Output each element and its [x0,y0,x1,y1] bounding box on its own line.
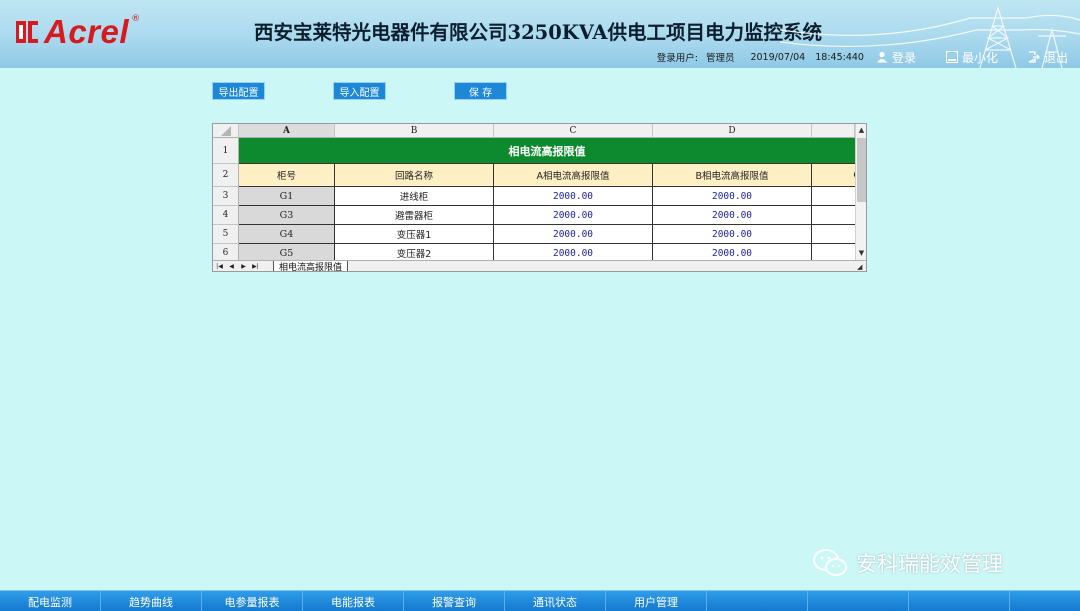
row-header-3[interactable]: 3 [213,187,239,206]
row-header-4[interactable]: 4 [213,206,239,225]
login-button-label: 登录 [891,50,916,65]
nav-distribution-monitor[interactable]: 配电监测 [0,591,101,611]
table-cell-circuit[interactable]: 变压器1 [335,225,494,244]
exit-button[interactable]: 退出 [1028,49,1068,66]
table-cell-circuit[interactable]: 变压器2 [335,244,494,260]
header-cell-cabinet-no[interactable]: 柜号 [239,164,335,187]
bottom-nav-bar: 配电监测 趋势曲线 电参量报表 电能报表 报警查询 通讯状态 用户管理 [0,590,1080,611]
header-info-row: 登录用户: 管理员 2019/07/04 18:45:440 登录 最小化 退出 [657,48,1074,66]
select-all-corner[interactable] [213,124,239,138]
current-date: 2019/07/04 [750,51,806,63]
sheet-tab-bar: |◀ ◀ ▶ ▶| 相电流高报限值 ◢ [213,260,866,271]
watermark-text: 安科瑞能效管理 [856,552,1003,576]
nav-empty-slot[interactable] [808,591,909,611]
table-cell-phase-b[interactable]: 2000.00 [653,225,812,244]
merged-title-cell[interactable]: 相电流高报限值 [239,138,855,164]
export-config-button[interactable]: 导出配置 [212,82,265,100]
exit-button-label: 退出 [1043,50,1068,65]
table-cell-phase-b[interactable]: 2000.00 [653,187,812,206]
corner-triangle-icon [220,125,231,136]
last-sheet-icon[interactable]: ▶| [251,262,260,271]
table-cell-phase-c[interactable] [812,244,855,260]
login-button[interactable]: 登录 [876,49,916,66]
table-cell-cabinet[interactable]: G3 [239,206,335,225]
watermark: 安科瑞能效管理 [812,548,1003,578]
minimize-icon [945,51,958,63]
nav-empty-slot[interactable] [909,591,1010,611]
scroll-up-arrow-icon[interactable]: ▲ [856,124,866,136]
next-sheet-icon[interactable]: ▶ [239,262,248,271]
table-cell-phase-b[interactable]: 2000.00 [653,244,812,260]
table-cell-cabinet[interactable]: G1 [239,187,335,206]
row-header-2[interactable]: 2 [213,164,239,187]
nav-empty-slot[interactable] [707,591,808,611]
table-cell-phase-a[interactable]: 2000.00 [494,187,653,206]
acrel-logo: Acrel ® [14,13,141,50]
table-cell-circuit[interactable]: 避雷器柜 [335,206,494,225]
table-cell-phase-c[interactable] [812,187,855,206]
scroll-down-arrow-icon[interactable]: ▼ [856,247,866,259]
table-cell-phase-a[interactable]: 2000.00 [494,244,653,260]
scrollbar-thumb[interactable] [857,138,866,202]
column-header-e[interactable] [812,124,855,138]
acrel-logo-icon [16,21,38,43]
column-header-b[interactable]: B [335,124,494,138]
column-header-d[interactable]: D [653,124,812,138]
table-cell-cabinet[interactable]: G4 [239,225,335,244]
sheet-tab[interactable]: 相电流高报限值 [273,261,349,271]
table-cell-cabinet[interactable]: G5 [239,244,335,260]
header-cell-phase-c-limit[interactable]: C [812,164,855,187]
nav-trend-curve[interactable]: 趋势曲线 [101,591,202,611]
table-cell-circuit[interactable]: 进线柜 [335,187,494,206]
row-header-1[interactable]: 1 [213,138,239,164]
column-header-a[interactable]: A [239,124,335,138]
vertical-scrollbar[interactable]: ▲ ▼ [855,124,866,260]
table-cell-phase-a[interactable]: 2000.00 [494,225,653,244]
app-header: Acrel ® 西安宝莱特光电器件有限公司3250KVA供电工项目电力监控系统 … [0,0,1080,68]
spreadsheet[interactable]: A B C D 1 2 3 4 5 6 相电流高报限值 柜号 回路名称 A相电流… [212,123,867,272]
logo-registered-mark: ® [131,14,141,24]
header-cell-circuit-name[interactable]: 回路名称 [335,164,494,187]
header-cell-phase-a-limit[interactable]: A相电流高报限值 [494,164,653,187]
table-cell-phase-c[interactable] [812,206,855,225]
nav-communication-status[interactable]: 通讯状态 [505,591,606,611]
exit-icon [1028,51,1040,63]
nav-electrical-parameter-report[interactable]: 电参量报表 [202,591,303,611]
nav-user-management[interactable]: 用户管理 [606,591,707,611]
user-icon [876,51,887,63]
column-header-c[interactable]: C [494,124,653,138]
row-header-6[interactable]: 6 [213,244,239,260]
page-title: 西安宝莱特光电器件有限公司3250KVA供电工项目电力监控系统 [254,21,822,44]
prev-sheet-icon[interactable]: ◀ [227,262,236,271]
nav-energy-report[interactable]: 电能报表 [303,591,404,611]
table-cell-phase-b[interactable]: 2000.00 [653,206,812,225]
resize-grip-icon[interactable]: ◢ [857,263,865,271]
header-cell-phase-b-limit[interactable]: B相电流高报限值 [653,164,812,187]
save-button[interactable]: 保 存 [454,82,507,100]
row-header-5[interactable]: 5 [213,225,239,244]
current-time: 18:45:440 [815,51,864,63]
login-user-label: 登录用户: [656,53,698,64]
wechat-icon [813,549,847,576]
spreadsheet-grid[interactable]: A B C D 1 2 3 4 5 6 相电流高报限值 柜号 回路名称 A相电流… [213,124,855,260]
first-sheet-icon[interactable]: |◀ [215,262,224,271]
import-config-button[interactable]: 导入配置 [333,82,386,100]
logo-text: Acrel [44,13,130,50]
table-cell-phase-a[interactable]: 2000.00 [494,206,653,225]
minimize-button-label: 最小化 [961,50,998,65]
login-user-value: 管理员 [705,53,735,64]
nav-empty-slot[interactable] [1010,591,1080,611]
nav-alarm-query[interactable]: 报警查询 [404,591,505,611]
table-cell-phase-c[interactable] [812,225,855,244]
minimize-button[interactable]: 最小化 [945,49,998,66]
